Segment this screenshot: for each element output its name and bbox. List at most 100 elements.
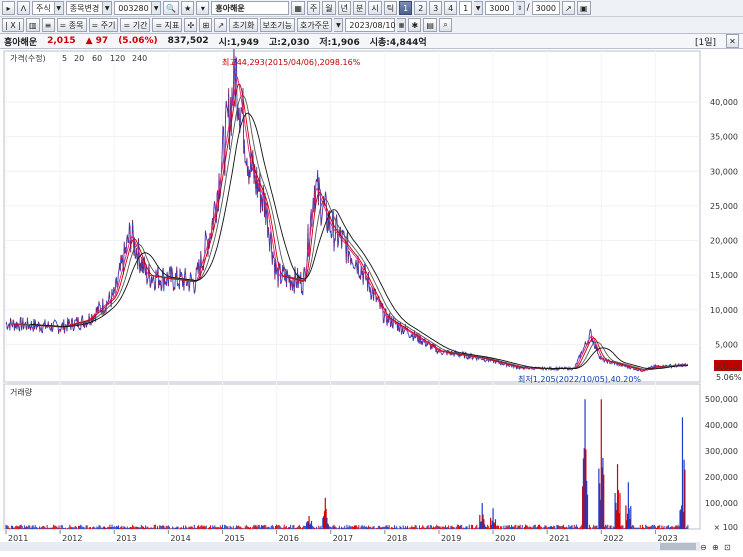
grid-icon[interactable]: ▦ — [291, 1, 305, 15]
x-tick-label: 2023 — [657, 534, 677, 543]
legend-ma240: 240 — [132, 54, 147, 63]
horizontal-scrollbar[interactable] — [0, 542, 700, 551]
chevron-down-icon[interactable]: ▼ — [152, 1, 162, 15]
price-tick-label: 20,000 — [710, 237, 738, 246]
range-list-button[interactable]: = 기간 — [120, 18, 151, 32]
volume-tick-label: 400,000 — [705, 421, 738, 430]
calendar-icon[interactable]: ▦ — [397, 18, 407, 32]
scrollbar-thumb[interactable] — [660, 543, 696, 550]
date-input[interactable]: 2023/08/10 — [345, 18, 396, 32]
x-tick-label: 2018 — [387, 534, 407, 543]
aux-function-button[interactable]: 보조기능 — [259, 18, 295, 32]
stock-code-input[interactable]: 003280 — [114, 1, 153, 15]
x-tick-label: 2020 — [495, 534, 515, 543]
zoom-out-icon[interactable]: ⊖ — [700, 543, 707, 552]
market-select[interactable]: 주식 ▼ — [32, 1, 64, 15]
number-4-button[interactable]: 4 — [444, 1, 458, 15]
save-icon[interactable]: ▣ — [577, 1, 591, 15]
list-icon[interactable]: ≡ — [41, 18, 55, 32]
number-2-button[interactable]: 2 — [414, 1, 428, 15]
filter-icon[interactable]: ▾ — [196, 1, 210, 15]
number-input[interactable]: 1 — [459, 1, 473, 15]
stock-info-bar: 흥아해운 2,015 ▲ 97 (5.06%) 837,502 시:1,949 … — [0, 34, 743, 49]
period-month[interactable]: 월 — [322, 1, 336, 15]
zoom-in-icon[interactable]: ⊕ — [712, 543, 719, 552]
period-list-button[interactable]: = 주기 — [88, 18, 119, 32]
legend-ma60: 60 — [92, 54, 102, 63]
x-axis: 2011 2012 2013 2014 2015 2016 2017 2018 2019 2020… — [5, 530, 678, 543]
star-icon[interactable]: ★ — [181, 1, 195, 15]
volume-legend-title: 거래량 — [10, 387, 33, 397]
crosshair-icon[interactable]: ✣ — [184, 18, 198, 32]
stock-name-field[interactable]: 흥아해운 — [211, 1, 290, 15]
export-icon[interactable]: ↗ — [562, 1, 575, 15]
x-tick-label: 2014 — [170, 534, 190, 543]
chevron-down-icon[interactable]: ▼ — [334, 18, 344, 32]
x-tick-label: 2012 — [62, 534, 82, 543]
zoom-icon[interactable]: ⊞ — [199, 18, 213, 32]
chevron-down-icon[interactable]: ▼ — [474, 1, 484, 15]
search-icon[interactable]: ⌕ — [438, 18, 452, 32]
x-tick-label: 2015 — [224, 534, 244, 543]
stock-list-button[interactable]: = 종목 — [56, 18, 87, 32]
high-price: 고:2,030 — [269, 37, 310, 48]
number-3-button[interactable]: 3 — [429, 1, 443, 15]
first-icon[interactable]: ▸ — [2, 1, 15, 15]
arrow-icon[interactable]: ↗ — [214, 18, 228, 32]
volume-value: 837,502 — [167, 36, 209, 46]
volume-tick-label: 100,000 — [705, 499, 738, 508]
legend-ma20: 20 — [74, 54, 84, 63]
volume-tick-label: 300,000 — [705, 447, 738, 456]
x-tick-label: 2013 — [116, 534, 136, 543]
close-icon[interactable]: ✕ — [726, 34, 739, 48]
price-tick-label: 25,000 — [710, 202, 738, 211]
volume-tick-label: × 100 — [713, 523, 738, 532]
period-label: [1일] — [694, 37, 716, 48]
reset-button[interactable]: 초기화 — [229, 18, 258, 32]
chevron-down-icon[interactable]: ▼ — [103, 1, 113, 15]
count-total-field[interactable]: 3000 — [531, 1, 560, 15]
count-input[interactable]: 3000 — [485, 1, 514, 15]
period-year[interactable]: 년 — [337, 1, 352, 15]
period-week[interactable]: 주 — [306, 1, 321, 15]
number-1-button[interactable]: 1 — [399, 1, 413, 15]
current-pct-label: 5.06% — [716, 373, 742, 382]
change-stock-button[interactable]: 종목변경 — [65, 1, 104, 15]
price-change: ▲ 97 — [85, 36, 109, 46]
volume-tick-label: 500,000 — [705, 395, 738, 404]
x-tick-label: 2011 — [8, 534, 28, 543]
period-tick[interactable]: 틱 — [383, 1, 398, 15]
low-price: 저:1,906 — [319, 37, 360, 48]
market-cap: 시총:4,844억 — [369, 37, 427, 48]
price-tick-label: 30,000 — [710, 167, 738, 176]
legend-ma5: 5 — [62, 54, 67, 63]
market-value[interactable]: 주식 — [32, 1, 55, 15]
price-tick-label: 5,000 — [715, 340, 738, 349]
stepper-icon[interactable]: ⇕ — [515, 1, 525, 15]
bar-chart-icon[interactable]: ▥ — [25, 18, 40, 32]
stock-chart[interactable]: 40,000 35,000 30,000 25,000 20,000 15,000 10,0… — [0, 49, 743, 557]
indicator-list-button[interactable]: = 지표 — [152, 18, 183, 32]
search-icon[interactable]: 🔍 — [163, 1, 180, 15]
current-price: 2,015 — [47, 36, 76, 46]
save-layout-icon[interactable]: ▤ — [423, 18, 437, 32]
period-minute[interactable]: 분 — [353, 1, 367, 15]
x-tick-label: 2021 — [549, 534, 569, 543]
change-select[interactable]: 종목변경 ▼ — [65, 1, 113, 15]
chevron-down-icon[interactable]: ▼ — [54, 1, 64, 15]
price-change-pct: (5.06%) — [118, 36, 158, 46]
toolbar-secondary: | X | ▥ ≡ = 종목 = 주기 = 기간 = 지표 ✣ ⊞ ↗ 초기화 … — [0, 17, 743, 34]
up-arrow-icon[interactable]: ᐱ — [17, 1, 30, 15]
zoom-reset-icon[interactable]: ⊡ — [724, 543, 731, 552]
volume-panel — [3, 383, 701, 530]
quote-order-button[interactable]: 호가주문 — [296, 18, 333, 32]
code-select[interactable]: 003280 ▼ — [114, 1, 162, 15]
volume-tick-label: 200,000 — [705, 473, 738, 482]
toggle-x-button[interactable]: | X | — [2, 18, 24, 32]
price-tick-label: 40,000 — [710, 98, 738, 107]
zoom-controls: ⊖ ⊕ ⊡ — [700, 543, 731, 552]
divider-text: / — [526, 3, 530, 13]
period-hour[interactable]: 시 — [368, 1, 382, 15]
stock-name: 흥아해운 — [4, 37, 38, 48]
gear-icon[interactable]: ✱ — [408, 18, 422, 32]
